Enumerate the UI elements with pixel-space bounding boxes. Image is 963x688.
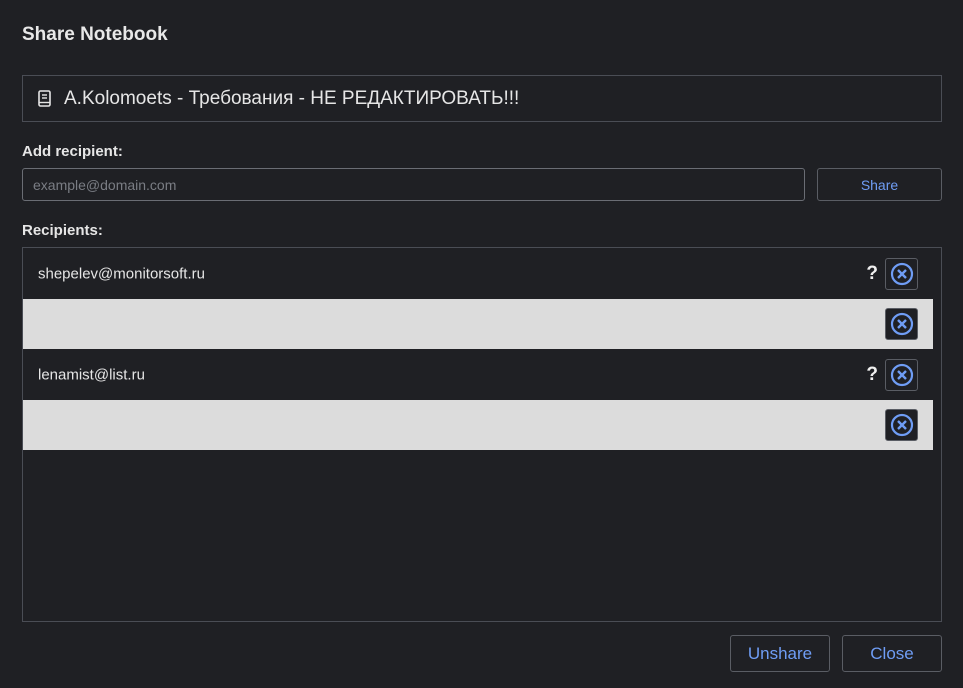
help-icon[interactable]: ?: [866, 263, 878, 285]
share-button[interactable]: Share: [817, 168, 942, 201]
recipient-email: shepelev@monitorsoft.ru: [38, 265, 205, 283]
unshare-button[interactable]: Unshare: [730, 635, 830, 672]
close-circle-icon: [890, 262, 913, 286]
notebook-info: A.Kolomoets - Требования - НЕ РЕДАКТИРОВ…: [22, 75, 942, 122]
remove-recipient-button[interactable]: [885, 359, 918, 391]
close-button[interactable]: Close: [842, 635, 942, 672]
notebook-name: A.Kolomoets - Требования - НЕ РЕДАКТИРОВ…: [64, 87, 520, 109]
recipient-row-empty: [23, 400, 933, 450]
remove-recipient-button[interactable]: [885, 409, 918, 441]
notebook-icon: [36, 90, 52, 108]
close-circle-icon: [890, 312, 913, 336]
recipients-label: Recipients:: [22, 222, 103, 239]
recipient-email-input[interactable]: [22, 168, 805, 201]
remove-recipient-button[interactable]: [885, 258, 918, 290]
add-recipient-label: Add recipient:: [22, 143, 123, 160]
remove-recipient-button[interactable]: [885, 308, 918, 340]
recipients-list: shepelev@monitorsoft.ru ? lenamist@list.…: [22, 247, 942, 622]
close-circle-icon: [890, 363, 913, 387]
help-icon[interactable]: ?: [866, 364, 878, 386]
recipient-row: lenamist@list.ru ?: [23, 350, 933, 400]
recipient-email: lenamist@list.ru: [38, 366, 145, 384]
share-notebook-dialog: Share Notebook A.Kolomoets - Требования …: [0, 0, 963, 688]
recipient-row-empty: [23, 299, 933, 349]
dialog-title: Share Notebook: [22, 24, 168, 45]
recipient-row: shepelev@monitorsoft.ru ?: [23, 249, 933, 299]
close-circle-icon: [890, 413, 913, 437]
